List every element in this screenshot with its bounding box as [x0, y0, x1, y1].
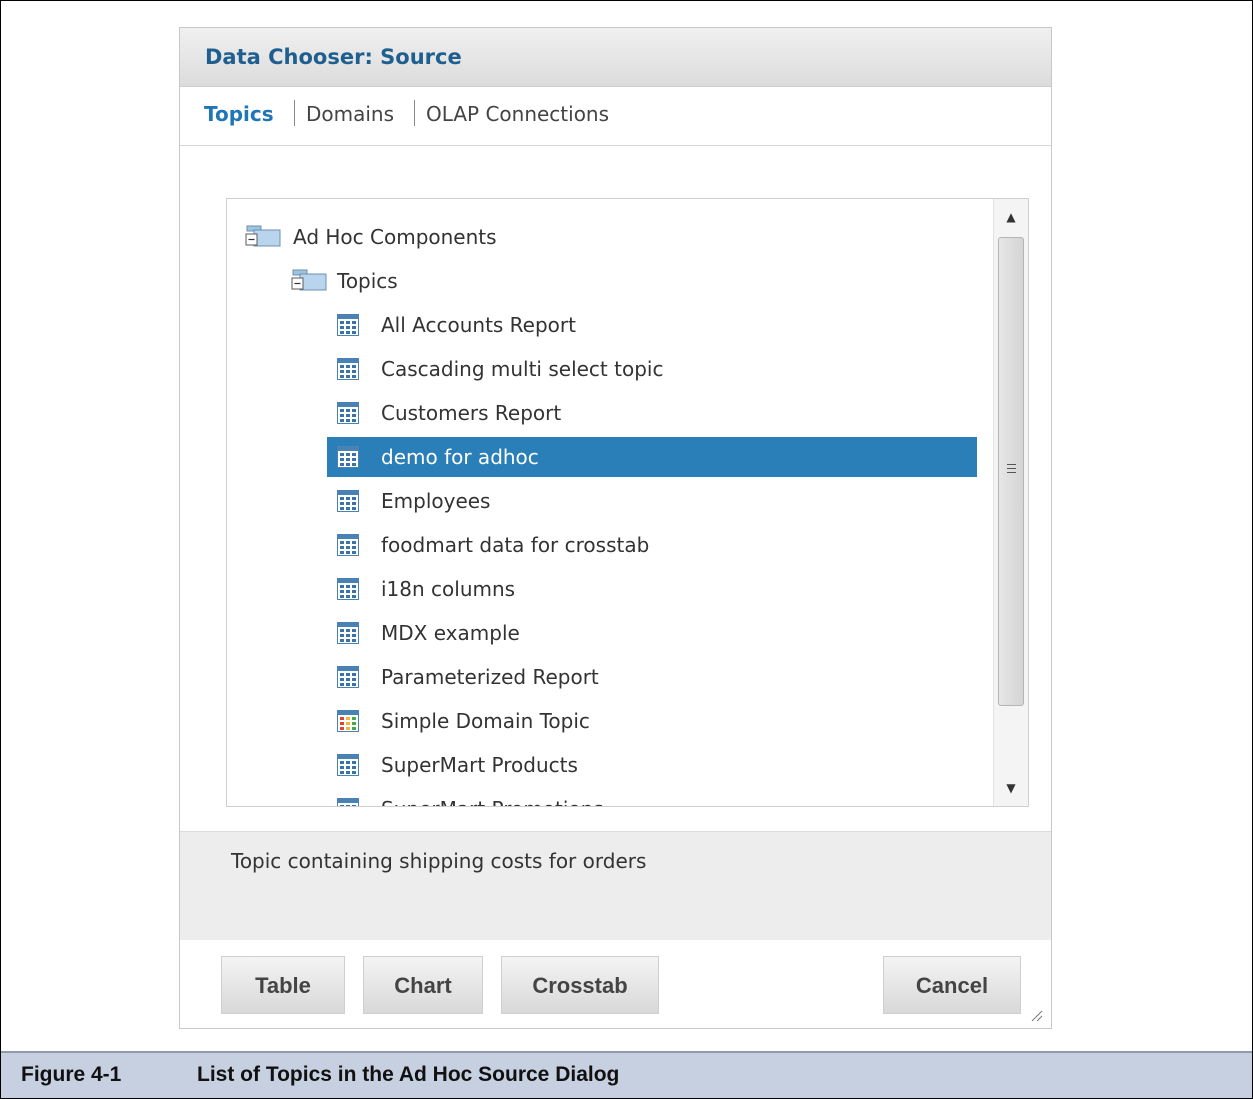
tree-item-topic[interactable]: Cascading multi select topic: [327, 349, 977, 389]
tree-item-label: i18n columns: [381, 577, 516, 601]
tree-item-topic[interactable]: Customers Report: [327, 393, 977, 433]
tree-item-label: SuperMart Promotions: [381, 789, 604, 806]
tree-item-label: SuperMart Products: [381, 753, 578, 777]
crosstab-button[interactable]: Crosstab: [501, 956, 659, 1014]
scroll-up-arrow-icon[interactable]: ▲: [994, 199, 1028, 235]
resize-grip-icon[interactable]: [1029, 1008, 1043, 1022]
figure-caption: Figure 4-1 List of Topics in the Ad Hoc …: [1, 1051, 1252, 1098]
chart-button[interactable]: Chart: [363, 956, 483, 1014]
dialog-footer: Table Chart Crosstab Cancel: [180, 940, 1051, 1028]
tab-separator: [294, 100, 295, 126]
tree-item-topic[interactable]: MDX example: [327, 613, 977, 653]
tree-item-label: MDX example: [381, 621, 520, 645]
domain-topic-icon: [337, 710, 359, 732]
tree-item-label: Customers Report: [381, 401, 562, 425]
tree-item-label: All Accounts Report: [381, 313, 576, 337]
tree-item-topic[interactable]: Simple Domain Topic: [327, 701, 977, 741]
topic-icon: [337, 446, 359, 468]
topic-icon: [337, 534, 359, 556]
tree-item-topic[interactable]: All Accounts Report: [327, 305, 977, 345]
topic-icon: [337, 490, 359, 512]
scroll-down-arrow-icon[interactable]: ▼: [994, 770, 1028, 806]
topic-icon: [337, 622, 359, 644]
tree-item-label: Simple Domain Topic: [381, 709, 590, 733]
cancel-button[interactable]: Cancel: [883, 956, 1021, 1014]
topics-tree: Ad Hoc Components Topics All Accounts Repo…: [226, 198, 1029, 807]
topic-icon: [337, 578, 359, 600]
tree-item-label: Parameterized Report: [381, 665, 599, 689]
tree-item-topic[interactable]: Parameterized Report: [327, 657, 977, 697]
tree-scrollbar[interactable]: ▲ ▼: [993, 199, 1028, 806]
topic-icon: [337, 754, 359, 776]
description-panel: Topic containing shipping costs for orde…: [180, 831, 1051, 941]
tree-item-topic[interactable]: i18n columns: [327, 569, 977, 609]
tab-olap-connections[interactable]: OLAP Connections: [426, 102, 609, 126]
topic-icon: [337, 798, 359, 806]
tree-folder-topics[interactable]: Topics: [291, 261, 551, 301]
tree-item-label: Cascading multi select topic: [381, 357, 664, 381]
folder-icon: [245, 225, 281, 247]
topic-icon: [337, 358, 359, 380]
figure-number: Figure 4-1: [21, 1063, 122, 1086]
topic-description: Topic containing shipping costs for orde…: [231, 849, 647, 873]
dialog-title: Data Chooser: Source: [205, 45, 462, 69]
tree-item-topic[interactable]: foodmart data for crosstab: [327, 525, 977, 565]
data-chooser-dialog: Data Chooser: Source Topics Domains OLAP…: [179, 27, 1052, 1029]
tab-separator: [414, 100, 415, 126]
dialog-header: Data Chooser: Source: [180, 28, 1051, 87]
topic-icon: [337, 314, 359, 336]
folder-icon: [291, 269, 327, 291]
tree-item-label: demo for adhoc: [381, 445, 539, 469]
tree-item-label: Topics: [337, 269, 398, 293]
topic-icon: [337, 666, 359, 688]
tab-topics[interactable]: Topics: [204, 102, 274, 126]
tree-item-topic[interactable]: Employees: [327, 481, 977, 521]
tree-item-label: Employees: [381, 489, 491, 513]
tree-root-ad-hoc-components[interactable]: Ad Hoc Components: [245, 217, 565, 257]
tree-item-topic[interactable]: SuperMart Products: [327, 745, 977, 785]
source-tabs: Topics Domains OLAP Connections: [180, 87, 1051, 146]
table-button[interactable]: Table: [221, 956, 345, 1014]
tab-domains[interactable]: Domains: [306, 102, 394, 126]
scroll-grip-icon: [1007, 464, 1016, 476]
tree-item-label: foodmart data for crosstab: [381, 533, 650, 557]
tree-item-topic[interactable]: SuperMart Promotions: [327, 789, 977, 806]
figure-title: List of Topics in the Ad Hoc Source Dial…: [197, 1063, 620, 1086]
topic-icon: [337, 402, 359, 424]
tree-item-topic[interactable]: demo for adhoc: [327, 437, 977, 477]
scroll-thumb[interactable]: [998, 237, 1024, 706]
tree-item-label: Ad Hoc Components: [293, 225, 497, 249]
